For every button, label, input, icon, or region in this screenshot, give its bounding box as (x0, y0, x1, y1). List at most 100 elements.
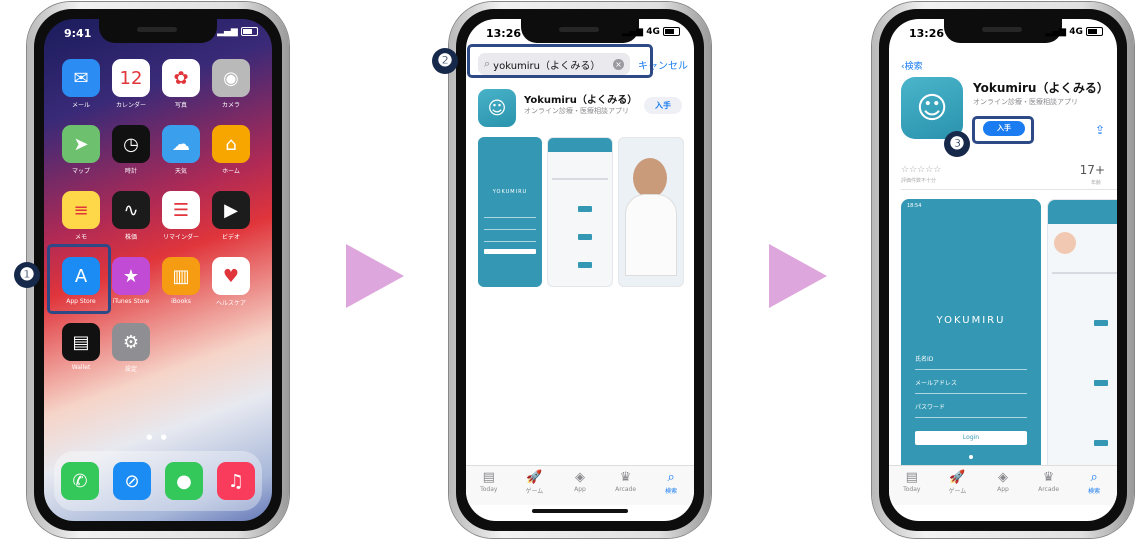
apps-tab-icon: ◈ (997, 470, 1008, 485)
app-clock[interactable]: ◷ 時計 (106, 125, 156, 175)
screenshot-time: 18:54 (907, 203, 922, 209)
phone-app-page: 13:26 ▂▄▆ 4G ‹検索 ☺ Yokumiru（よくみる） オンライン診… (872, 2, 1134, 538)
health-icon: ♥ (212, 257, 250, 295)
tab-games[interactable]: 🚀 ゲーム (516, 470, 552, 495)
tab-label: Arcade (615, 486, 637, 493)
app-health[interactable]: ♥ ヘルスケア (206, 257, 256, 307)
screenshot-login: YOKUMIRU (478, 137, 542, 287)
tab-apps[interactable]: ◈ App (985, 470, 1021, 493)
app-label: iTunes Store (112, 298, 150, 305)
result-app-subtitle: オンライン診療・医療相談アプリ (524, 107, 629, 115)
status-time: 13:26 (486, 27, 522, 40)
app-maps[interactable]: ➤ マップ (56, 125, 106, 175)
screenshot-list (547, 137, 613, 287)
back-button[interactable]: ‹検索 (901, 59, 923, 72)
safari-icon[interactable]: ⊘ (113, 462, 151, 500)
step-badge-1: ❶ (14, 262, 40, 288)
page-dots: ● ● (146, 433, 170, 441)
app-label: カメラ (221, 102, 240, 109)
step-arrow-1 (346, 244, 404, 308)
result-app-name: Yokumiru（よくみる） (524, 95, 638, 106)
app-stocks[interactable]: ∿ 株価 (106, 191, 156, 241)
tab-label: 検索 (665, 488, 678, 495)
app-weather[interactable]: ☁ 天気 (156, 125, 206, 175)
share-icon[interactable]: ⇪ (1095, 123, 1105, 137)
search-tab-icon: ⌕ (667, 470, 675, 485)
age-rating: 17+ (1079, 163, 1105, 177)
home-app-icon: ⌂ (212, 125, 250, 163)
app-books[interactable]: ▥ iBooks (156, 257, 206, 307)
app-photos[interactable]: ✿ 写真 (156, 59, 206, 109)
tab-label: 検索 (1088, 488, 1101, 495)
tab-label: ゲーム (948, 488, 967, 495)
screenshot-field: 氏名ID (915, 351, 1027, 370)
arcade-tab-icon: ♛ (619, 470, 632, 485)
screenshot-logo: YOKUMIRU (936, 315, 1006, 326)
highlight-app-store (47, 244, 111, 314)
app-page-screen: 13:26 ▂▄▆ 4G ‹検索 ☺ Yokumiru（よくみる） オンライン診… (889, 19, 1117, 521)
tab-arcade[interactable]: ♛ Arcade (1031, 470, 1067, 493)
app-label: カレンダー (115, 102, 146, 109)
back-label: 検索 (904, 62, 923, 72)
music-icon[interactable]: ♫ (217, 462, 255, 500)
screenshot-login-button: Login (915, 431, 1027, 445)
status-indicators: ▂▄▆ (217, 27, 258, 37)
app-name: Yokumiru（よくみる） (973, 81, 1109, 95)
apps-tab-icon: ◈ (574, 470, 585, 485)
tab-arcade[interactable]: ♛ Arcade (608, 470, 644, 493)
result-screenshots: YOKUMIRU (478, 137, 684, 287)
battery-icon (1086, 27, 1103, 36)
tab-games[interactable]: 🚀 ゲーム (939, 470, 975, 495)
tab-today[interactable]: ▤ Today (471, 470, 507, 493)
tab-label: App (997, 486, 1009, 493)
screenshot-logo: YOKUMIRU (492, 189, 528, 195)
stocks-icon: ∿ (112, 191, 150, 229)
pager-dot (969, 455, 973, 459)
age-label: 年齢 (1090, 180, 1101, 186)
yokumiru-app-icon: ☺ (901, 77, 963, 139)
app-label: 株価 (124, 234, 137, 241)
get-button[interactable]: 入手 (644, 97, 682, 114)
messages-icon[interactable]: ● (165, 462, 203, 500)
battery-icon (241, 27, 258, 36)
app-notes[interactable]: ≡ メモ (56, 191, 106, 241)
yokumiru-app-icon: ☺ (478, 89, 516, 127)
network-label: 4G (1069, 27, 1083, 37)
screenshot-field: パスワード (915, 399, 1027, 418)
arcade-tab-icon: ♛ (1042, 470, 1055, 485)
app-calendar[interactable]: 12 カレンダー (106, 59, 156, 109)
games-tab-icon: 🚀 (526, 470, 543, 485)
tab-today[interactable]: ▤ Today (894, 470, 930, 493)
app-label: iBooks (171, 298, 191, 305)
tab-label: Arcade (1038, 486, 1060, 493)
tab-search[interactable]: ⌕ 検索 (653, 470, 689, 495)
app-label: リマインダー (162, 234, 199, 241)
app-home-app[interactable]: ⌂ ホーム (206, 125, 256, 175)
weather-icon: ☁ (162, 125, 200, 163)
search-result[interactable]: ☺ Yokumiru（よくみる） オンライン診療・医療相談アプリ 入手 (478, 89, 682, 129)
app-label: 写真 (174, 102, 187, 109)
dock: ✆ ⊘ ● ♫ (54, 451, 262, 511)
app-wallet[interactable]: ▤ Wallet (56, 323, 106, 373)
today-tab-icon: ▤ (905, 470, 918, 485)
status-indicators: ▂▄▆ 4G (1045, 27, 1103, 37)
today-tab-icon: ▤ (482, 470, 495, 485)
mail-icon: ✉ (62, 59, 100, 97)
tab-apps[interactable]: ◈ App (562, 470, 598, 493)
app-settings[interactable]: ⚙ 設定 (106, 323, 156, 373)
app-reminders[interactable]: ☰ リマインダー (156, 191, 206, 241)
camera-icon: ◉ (212, 59, 250, 97)
step-arrow-2 (769, 244, 827, 308)
app-mail[interactable]: ✉ メール (56, 59, 106, 109)
phone-icon[interactable]: ✆ (61, 462, 99, 500)
tab-search[interactable]: ⌕ 検索 (1076, 470, 1112, 495)
screenshot-list (1047, 199, 1117, 501)
status-time: 9:41 (64, 27, 92, 40)
screenshot-doctor (618, 137, 684, 287)
search-tab-icon: ⌕ (1090, 470, 1098, 485)
app-itunes-store[interactable]: ★ iTunes Store (106, 257, 156, 307)
reminders-icon: ☰ (162, 191, 200, 229)
wallet-icon: ▤ (62, 323, 100, 361)
app-tv[interactable]: ▶ ビデオ (206, 191, 256, 241)
app-camera[interactable]: ◉ カメラ (206, 59, 256, 109)
